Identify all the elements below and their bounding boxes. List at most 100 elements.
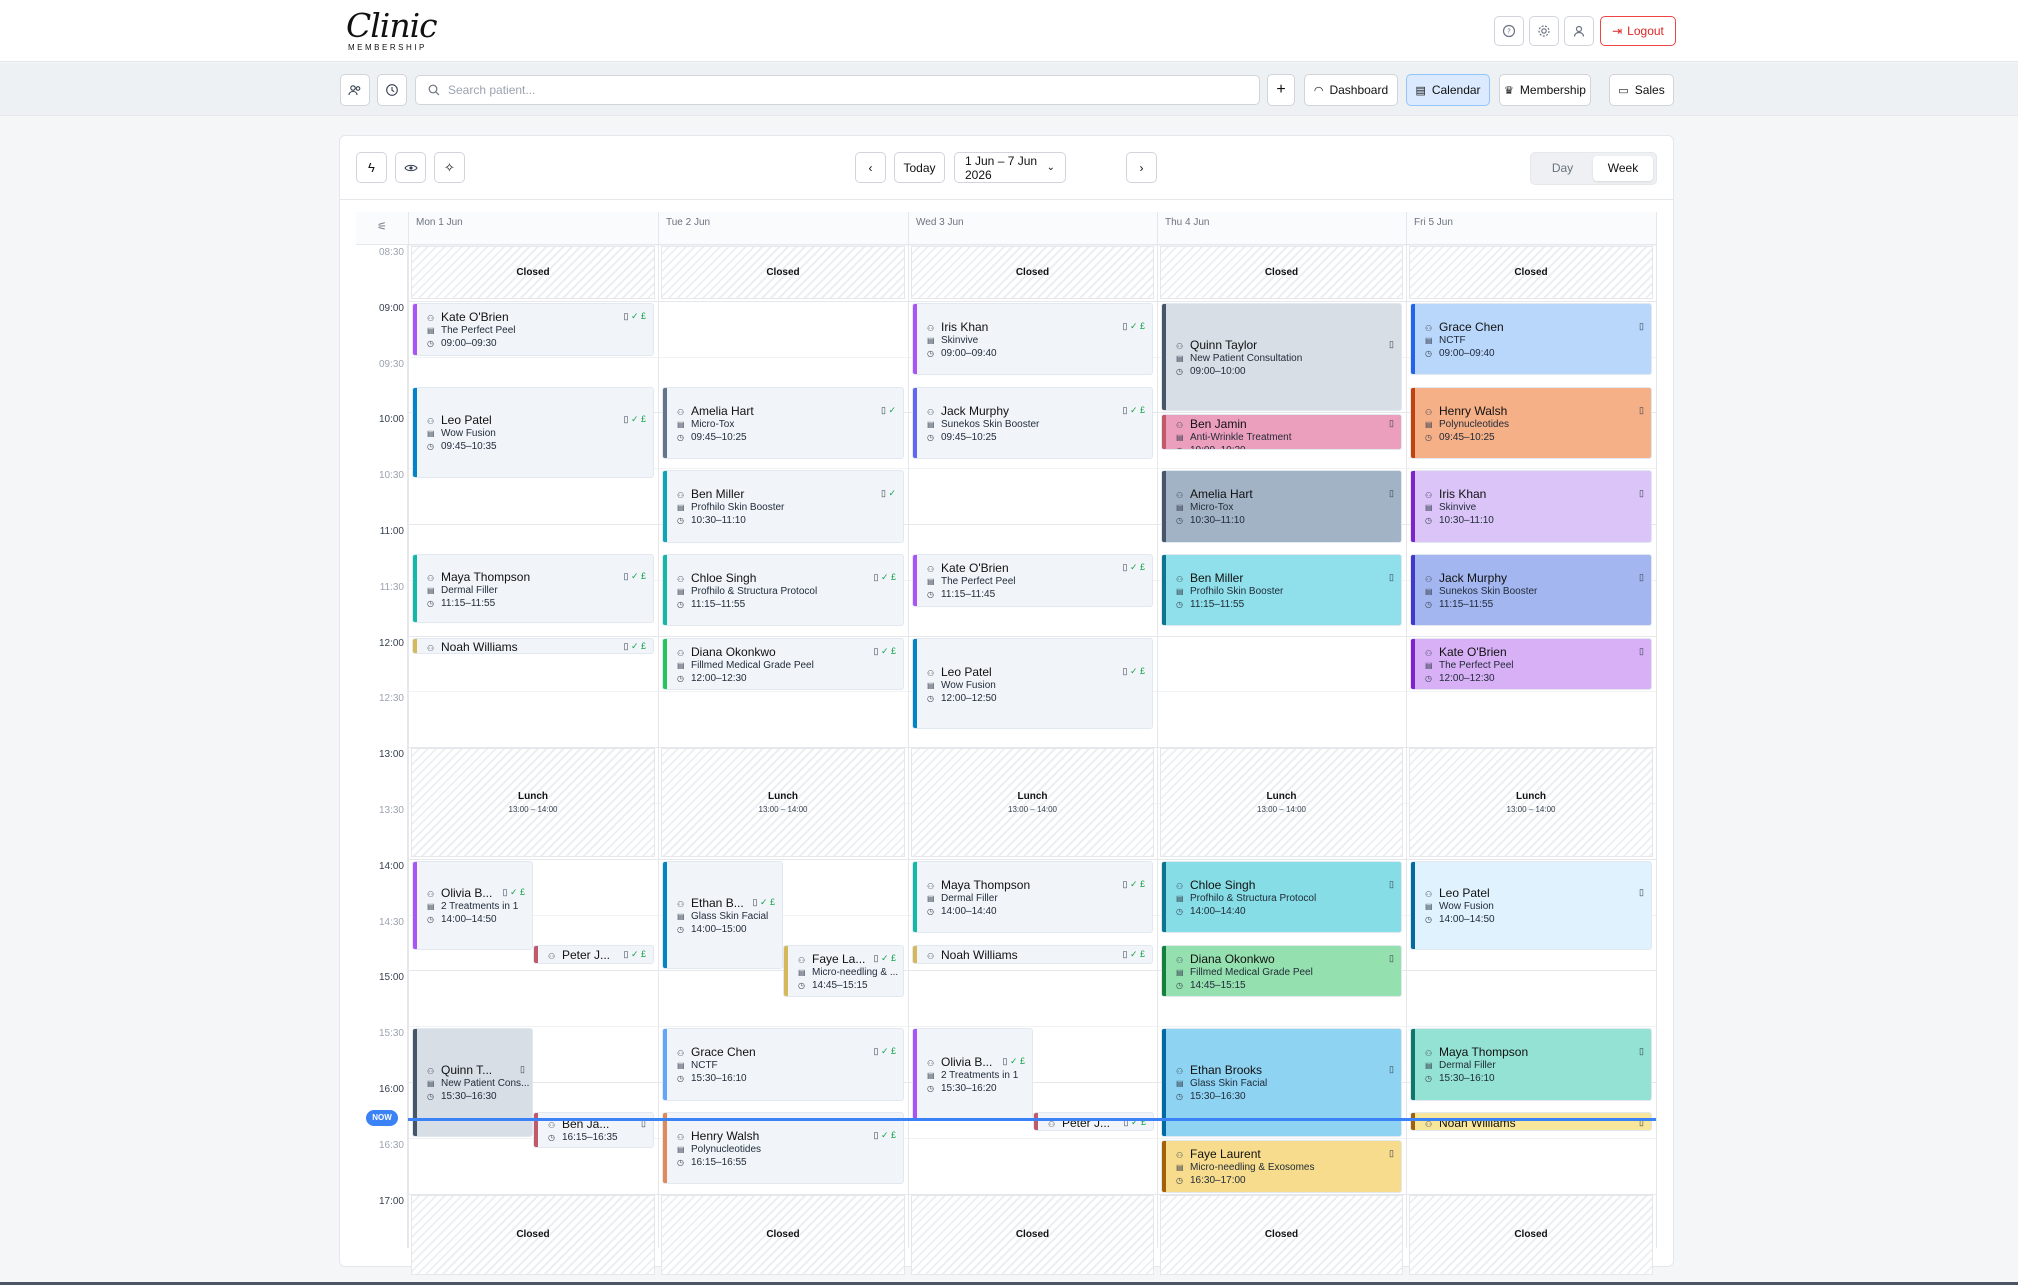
appointment-card[interactable]: ⚇ Maya Thompson ▤ Dermal Filler ◷ 15:30–16:10…	[1410, 1028, 1652, 1101]
patient-name: ⚇ Leo Patel	[1425, 886, 1490, 900]
appointment-card[interactable]: ⚇ Ethan B... ▤ Glass Skin Facial ◷ 14:00–15:0…	[662, 860, 783, 970]
appointment-card[interactable]: ⚇ Olivia B... ▤ 2 Treatments in 1 ◷ 14:00–14:…	[412, 860, 533, 950]
filter-icon[interactable]: ⚟	[356, 212, 408, 245]
appointment-status: ▯	[1389, 418, 1394, 429]
prev-week-button[interactable]: ‹	[855, 152, 886, 183]
quick-action-icon[interactable]: ϟ	[356, 152, 387, 183]
appointment-card[interactable]: ⚇ Ben Jamin ▤ Anti-Wrinkle Treatment ◷ 10:00–…	[1161, 414, 1402, 451]
time-column	[356, 245, 408, 1248]
appointment-card[interactable]: ⚇ Leo Patel ▤ Wow Fusion ◷ 09:45–10:35 ▯ ✓ £	[412, 386, 654, 479]
appointment-card[interactable]: ⚇ Peter J... ▯ ✓ £	[533, 944, 654, 964]
time-label: 16:00	[378, 1084, 404, 1095]
person-icon: ⚇	[1425, 1049, 1433, 1059]
time-label: 12:00	[378, 637, 404, 649]
person-icon: ⚇	[1425, 491, 1433, 501]
appointment-card[interactable]: ⚇ Diana Okonkwo ▤ Fillmed Medical Grade Pee…	[1161, 944, 1402, 998]
appointment-card[interactable]: ⚇ Peter J... ▯ ✓ £	[1033, 1111, 1154, 1132]
appointment-card[interactable]: ⚇ Ben Miller ▤ Profhilo Skin Booster ◷ 10:30–…	[662, 470, 904, 543]
eye-icon[interactable]	[395, 152, 426, 183]
appointment-card[interactable]: ⚇ Chloe Singh ▤ Profhilo & Structura Protoc…	[1161, 860, 1402, 934]
appointment-card[interactable]: ⚇ Olivia B... ▤ 2 Treatments in 1 ◷ 15:30–16:…	[912, 1028, 1033, 1121]
nav-dashboard[interactable]: ◠ Dashboard	[1304, 74, 1398, 106]
appointment-card[interactable]: ⚇ Quinn Taylor ▤ New Patient Consultation ◷ 0…	[1161, 302, 1402, 412]
appointment-card[interactable]: ⚇ Noah Williams ▯ ✓ £	[912, 944, 1153, 964]
lunch-block: Lunch 13:00 – 14:00	[1409, 748, 1653, 857]
appointment-card[interactable]: ⚇ Ben Miller ▤ Profhilo Skin Booster ◷ 11:15–…	[1161, 553, 1402, 627]
today-button[interactable]: Today	[894, 152, 945, 183]
person-icon: ⚇	[677, 1049, 685, 1059]
appointment-card[interactable]: ⚇ Noah Williams ▯ ✓ £	[412, 637, 654, 655]
appointment-card[interactable]: ⚇ Faye Laurent ▤ Micro-needling & Exosomes ◷…	[1161, 1139, 1402, 1193]
appointment-card[interactable]: ⚇ Amelia Hart ▤ Micro-Tox ◷ 09:45–10:25 ▯ ✓	[662, 386, 904, 459]
appointment-time-text: 11:15–11:55	[1439, 599, 1494, 611]
patient-name: ⚇ Leo Patel	[927, 665, 992, 679]
person-icon: ⚇	[927, 668, 935, 678]
appointment-card[interactable]: ⚇ Diana Okonkwo ▤ Fillmed Medical Grade Pee…	[662, 637, 904, 691]
appointment-card[interactable]: ⚇ Faye La... ▤ Micro-needling & ... ◷ 14:45–1…	[783, 944, 904, 998]
appointment-card[interactable]: ⚇ Iris Khan ▤ Skinvive ◷ 09:00–09:40 ▯ ✓ £	[912, 302, 1153, 376]
nav-sales[interactable]: ▭ Sales	[1609, 74, 1674, 106]
add-button[interactable]: +	[1267, 74, 1295, 106]
logout-button[interactable]: ⇥ Logout	[1600, 16, 1676, 46]
sparkle-icon[interactable]: ✧	[434, 152, 465, 183]
appointment-card[interactable]: ⚇ Grace Chen ▤ NCTF ◷ 09:00–09:40 ▯	[1410, 302, 1652, 376]
appointment-time-text: 09:00–09:30	[441, 338, 497, 350]
appointment-card[interactable]: ⚇ Leo Patel ▤ Wow Fusion ◷ 14:00–14:50 ▯	[1410, 860, 1652, 950]
day-view-tab[interactable]: Day	[1534, 156, 1591, 181]
history-icon[interactable]	[377, 74, 407, 106]
nav-calendar[interactable]: ▤ Calendar	[1406, 74, 1490, 106]
help-icon[interactable]: ?	[1494, 16, 1524, 46]
treatment-text: Wow Fusion	[441, 428, 496, 440]
patients-icon[interactable]	[340, 74, 370, 106]
date-range-select[interactable]: 1 Jun – 7 Jun 2026 ⌄	[954, 152, 1066, 183]
nav-membership[interactable]: ♛ Membership	[1499, 74, 1591, 106]
patient-name-text: Iris Khan	[941, 319, 989, 334]
appointment-time: ◷ 14:45–15:15	[798, 980, 868, 991]
logout-label: Logout	[1627, 24, 1664, 38]
appointment-time-text: 11:15–11:45	[941, 589, 996, 601]
appointment-card[interactable]: ⚇ Maya Thompson ▤ Dermal Filler ◷ 11:15–11:55…	[412, 553, 654, 624]
appointment-card[interactable]: ⚇ Grace Chen ▤ NCTF ◷ 15:30–16:10 ▯ ✓ £	[662, 1028, 904, 1101]
appointment-card[interactable]: ⚇ Iris Khan ▤ Skinvive ◷ 10:30–11:10 ▯	[1410, 470, 1652, 543]
appointment-card[interactable]: ⚇ Leo Patel ▤ Wow Fusion ◷ 12:00–12:50 ▯ ✓ £	[912, 637, 1153, 730]
appointment-time-text: 09:45–10:25	[1439, 431, 1495, 443]
appointment-card[interactable]: ⚇ Kate O'Brien ▤ The Perfect Peel ◷ 11:15–11:…	[912, 553, 1153, 607]
day-divider	[1406, 212, 1407, 1248]
gear-icon[interactable]	[1529, 16, 1559, 46]
clock-icon: ◷	[427, 598, 434, 608]
appointment-card[interactable]: ⚇ Kate O'Brien ▤ The Perfect Peel ◷ 09:00–09:…	[412, 302, 654, 356]
appointment-time-text: 12:00–12:30	[1439, 672, 1495, 684]
appointment-status: ▯	[1389, 1064, 1394, 1075]
document-icon: ▯	[873, 572, 881, 583]
chevron-left-icon: ‹	[868, 160, 873, 175]
status-text: ✓ £	[880, 952, 896, 963]
appointment-card[interactable]: ⚇ Henry Walsh ▤ Polynucleotides ◷ 16:15–16:55…	[662, 1111, 904, 1185]
appointment-card[interactable]: ⚇ Amelia Hart ▤ Micro-Tox ◷ 10:30–11:10 ▯	[1161, 470, 1402, 543]
status-text: ✓ £	[630, 311, 646, 322]
status-text: ✓ £	[630, 949, 646, 960]
user-icon[interactable]	[1564, 16, 1594, 46]
calendar-icon: ▤	[677, 1061, 685, 1071]
clinic-logo[interactable]: Clinic MEMBERSHIP	[346, 9, 438, 55]
lunch-block: Lunch 13:00 – 14:00	[911, 748, 1154, 857]
appointment-card[interactable]: ⚇ Jack Murphy ▤ Sunekos Skin Booster ◷ 09:45–…	[912, 386, 1153, 459]
appointment-status: ▯	[1389, 339, 1394, 350]
appointment-status: ▯	[1639, 646, 1644, 657]
week-view-tab[interactable]: Week	[1593, 156, 1653, 181]
lunch-block: Lunch 13:00 – 14:00	[661, 748, 905, 857]
date-range-label: 1 Jun – 7 Jun 2026	[965, 153, 1038, 182]
next-week-button[interactable]: ›	[1126, 152, 1157, 183]
treatment-name: ▤ Micro-needling & Exosomes	[1176, 1162, 1315, 1173]
appointment-card[interactable]: ⚇ Jack Murphy ▤ Sunekos Skin Booster ◷ 11:15–…	[1410, 553, 1652, 627]
lunch-time: 13:00 – 14:00	[758, 804, 808, 814]
appointment-card[interactable]: ⚇ Maya Thompson ▤ Dermal Filler ◷ 14:00–14:40…	[912, 860, 1153, 934]
clock-icon: ◷	[677, 1158, 684, 1168]
patient-name: ⚇ Faye La...	[798, 952, 865, 966]
appointment-card[interactable]: ⚇ Chloe Singh ▤ Profhilo & Structura Protoc…	[662, 553, 904, 627]
search-input[interactable]: Search patient...	[415, 75, 1260, 105]
appointment-card[interactable]: ⚇ Kate O'Brien ▤ The Perfect Peel ◷ 12:00–12:…	[1410, 637, 1652, 691]
time-label: 11:30	[379, 581, 404, 593]
appointment-card[interactable]: ⚇ Noah Williams ▯	[1410, 1111, 1652, 1132]
appointment-card[interactable]: ⚇ Henry Walsh ▤ Polynucleotides ◷ 09:45–10:25…	[1410, 386, 1652, 459]
document-icon: ▯	[873, 1130, 881, 1141]
